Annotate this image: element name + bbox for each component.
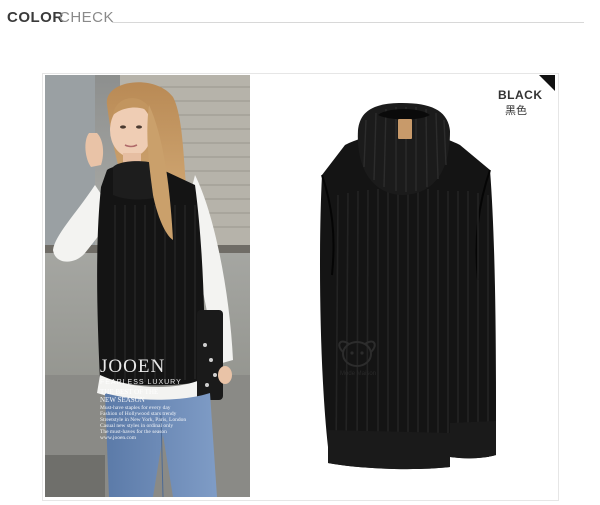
brand-tag (398, 119, 412, 139)
sweater-vest-illustration (250, 75, 555, 497)
magazine-body-line: www.jooen.com (100, 435, 136, 441)
section-title-light: CHECK (59, 9, 115, 26)
watermark-text: Mode Maison (340, 371, 377, 377)
section-title-strong: COLOR (7, 9, 64, 26)
color-name: BLACK (498, 88, 543, 102)
magazine-brand: JOOEN (100, 356, 166, 377)
magazine-kicker: FEARLESS LUXURY (100, 379, 182, 386)
product-photo (250, 75, 555, 497)
magazine-body: Must-have staples for every day Fashion … (100, 405, 190, 441)
magazine-headline-line: THE BEST OF THE (100, 388, 159, 396)
model-photo: JOOEN FEARLESS LUXURY THE BEST OF THE NE… (45, 75, 250, 497)
color-name-cn: 黑色 (505, 105, 527, 117)
magazine-headline-line: NEW SEASON (100, 396, 145, 404)
ram-logo-icon (338, 340, 376, 367)
header-divider (112, 22, 584, 23)
section-header: COLOR CHECK (0, 0, 600, 40)
magazine-headline: THE BEST OF THE NEW SEASON (100, 388, 190, 404)
